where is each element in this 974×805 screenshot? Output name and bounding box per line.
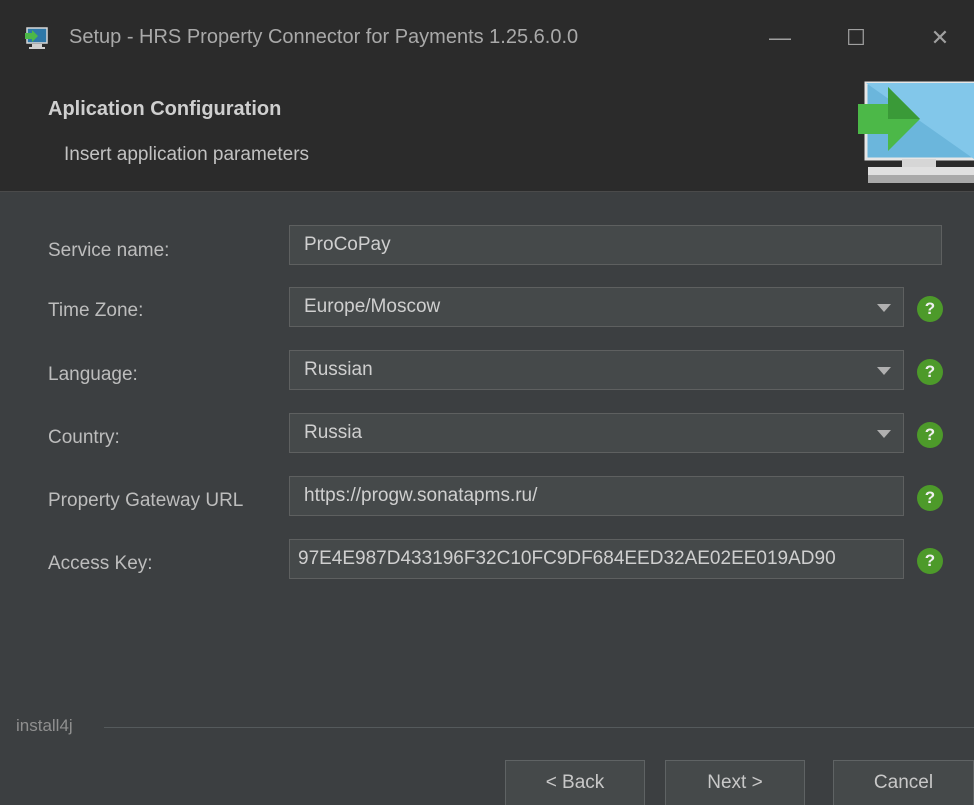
country-value: Russia [304,422,363,443]
country-select[interactable]: Russia [289,413,904,453]
time-zone-value: Europe/Moscow [304,296,441,317]
page-title: Aplication Configuration [48,98,282,120]
minimize-button[interactable]: — [756,16,804,60]
help-icon[interactable]: ? [917,548,943,574]
page-subtitle: Insert application parameters [64,144,310,165]
language-label: Language: [48,364,138,385]
maximize-button[interactable]: ☐ [832,16,880,60]
gateway-url-input[interactable]: https://progw.sonatapms.ru/ [289,476,904,516]
install4j-brand: install4j [16,716,73,735]
language-value: Russian [304,359,373,380]
gateway-url-label: Property Gateway URL [48,490,244,511]
help-icon[interactable]: ? [917,485,943,511]
service-name-input[interactable]: ProCoPay [289,225,942,265]
service-name-label: Service name: [48,240,170,261]
next-button[interactable]: Next > [665,760,805,805]
country-label: Country: [48,427,120,448]
window-title: Setup - HRS Property Connector for Payme… [69,26,579,48]
access-key-label: Access Key: [48,553,153,574]
footer-divider [104,727,974,728]
back-button[interactable]: < Back [505,760,645,805]
access-key-input[interactable]: 97E4E987D433196F32C10FC9DF684EED32AE02EE… [289,539,904,579]
cancel-button[interactable]: Cancel [833,760,974,805]
language-select[interactable]: Russian [289,350,904,390]
help-icon[interactable]: ? [917,296,943,322]
installer-icon [25,27,48,49]
time-zone-label: Time Zone: [48,300,144,321]
chevron-down-icon[interactable] [877,367,891,375]
chevron-down-icon[interactable] [877,304,891,312]
title-bar: Setup - HRS Property Connector for Payme… [0,0,974,79]
wizard-header: Aplication Configuration Insert applicat… [0,79,974,192]
monitor-install-arrow-icon [858,81,974,183]
time-zone-select[interactable]: Europe/Moscow [289,287,904,327]
chevron-down-icon[interactable] [877,430,891,438]
help-icon[interactable]: ? [917,359,943,385]
help-icon[interactable]: ? [917,422,943,448]
close-button[interactable]: ✕ [916,16,964,60]
